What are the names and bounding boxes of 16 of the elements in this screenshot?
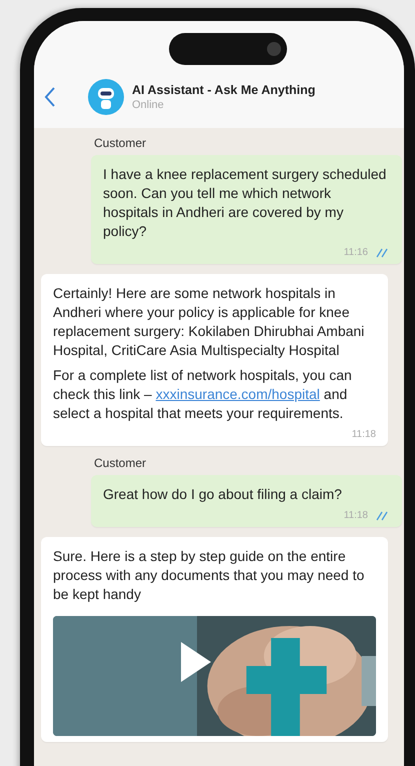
chat-title: AI Assistant - Ask Me Anything bbox=[132, 83, 316, 97]
message-text: Great how do I go about filing a claim? bbox=[103, 485, 343, 504]
message-text: Certainly! Here are some network hospitals in Andheri where your policy is applicable for knee replacement surgery: Kokilaben Dhirubhai Ambani Hospital, CritiCare Asia Multispecialty Hospital bbox=[53, 284, 366, 360]
message-text: Sure. Here is a step by step guide on the entire process with any documents that you may need to be kept handy bbox=[53, 547, 366, 604]
hospital-link[interactable]: xxxinsurance.com/hospital bbox=[156, 386, 320, 402]
sender-name: Customer bbox=[94, 136, 146, 150]
play-icon[interactable] bbox=[181, 642, 211, 682]
message-text: I have a knee replacement surgery scheduled soon. Can you tell me which network hospitals in Andheri are covered by my policy? bbox=[103, 165, 388, 241]
back-icon[interactable] bbox=[44, 86, 56, 108]
message-time: 11:18 bbox=[344, 510, 368, 521]
message-time: 11:16 bbox=[344, 247, 368, 258]
online-status: Online bbox=[132, 99, 165, 111]
message-time: 11:18 bbox=[352, 429, 376, 440]
sender-name: Customer bbox=[94, 456, 146, 470]
message-text: For a complete list of network hospitals, you can check this link – xxxinsurance.com/hospital and select a hospital that meets your requirements. bbox=[53, 366, 353, 423]
robot-avatar-icon bbox=[88, 79, 124, 115]
